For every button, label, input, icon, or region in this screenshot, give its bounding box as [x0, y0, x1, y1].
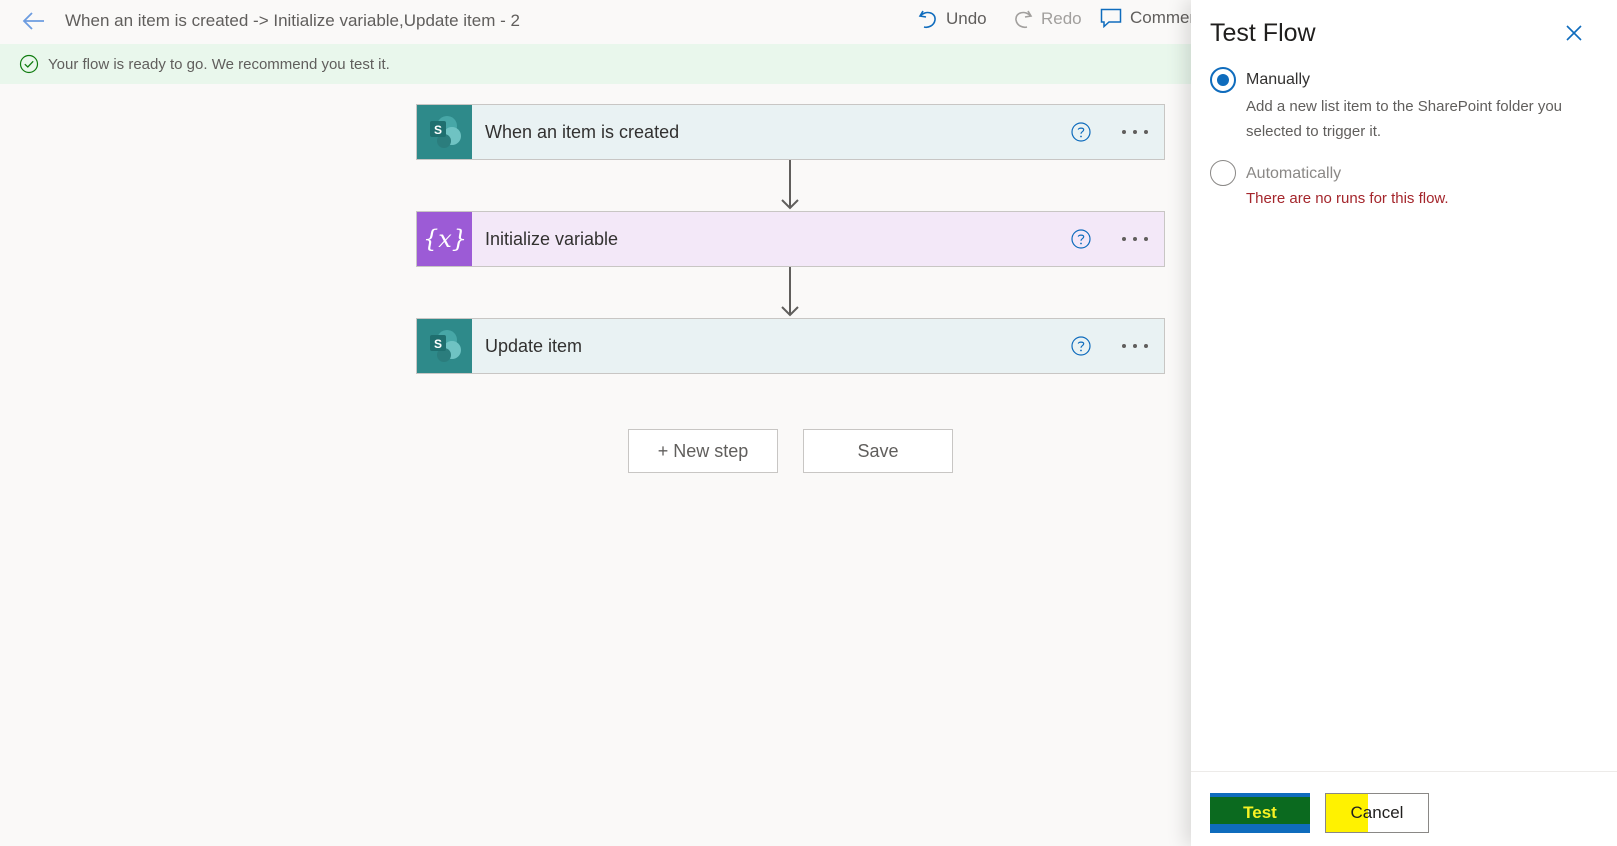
help-icon[interactable]: [1070, 228, 1092, 250]
undo-label: Undo: [946, 9, 987, 28]
redo-icon: [1015, 10, 1033, 29]
step-when-item-created[interactable]: S When an item is created: [416, 104, 1165, 160]
sharepoint-icon: S: [417, 319, 472, 373]
check-circle-icon: [19, 54, 39, 74]
cancel-button[interactable]: Cancel: [1325, 793, 1429, 833]
option-label-automatically: Automatically: [1246, 165, 1342, 182]
option-label-manually: Manually: [1246, 71, 1311, 88]
option-description-manually: Add a new list item to the SharePoint fo…: [1246, 98, 1563, 140]
help-icon[interactable]: [1070, 121, 1092, 143]
redo-button[interactable]: Redo: [1013, 8, 1082, 30]
close-button[interactable]: [1561, 20, 1587, 46]
save-button[interactable]: Save: [803, 429, 953, 473]
radio-automatically[interactable]: [1210, 160, 1236, 186]
arrow-left-icon: [22, 12, 44, 30]
more-options-icon[interactable]: [1118, 228, 1152, 250]
new-step-button[interactable]: + New step: [628, 429, 778, 473]
undo-button[interactable]: Undo: [918, 8, 987, 30]
comment-icon: [1100, 8, 1122, 28]
redo-label: Redo: [1041, 9, 1082, 28]
panel-title: Test Flow: [1210, 19, 1316, 47]
test-button[interactable]: Test: [1210, 793, 1310, 833]
svg-text:S: S: [433, 123, 441, 137]
ready-banner: Your flow is ready to go. We recommend y…: [0, 44, 1197, 84]
svg-text:S: S: [433, 337, 441, 351]
close-icon: [1566, 25, 1582, 41]
test-flow-panel: Test Flow Manually Add a new list item t…: [1191, 0, 1617, 846]
no-runs-message: There are no runs for this flow.: [1246, 190, 1449, 207]
step-title: When an item is created: [485, 121, 680, 142]
step-update-item[interactable]: S Update item: [416, 318, 1165, 374]
step-title: Initialize variable: [485, 228, 619, 249]
more-options-icon[interactable]: [1118, 335, 1152, 357]
panel-divider: [1191, 771, 1617, 772]
connector-arrow-icon: [781, 160, 799, 210]
banner-text: Your flow is ready to go. We recommend y…: [48, 55, 390, 73]
sharepoint-icon: S: [417, 105, 472, 159]
header-bar: When an item is created -> Initialize va…: [0, 0, 1212, 42]
back-button[interactable]: [18, 6, 50, 36]
svg-text:{𝑥}: {𝑥}: [425, 225, 465, 253]
undo-icon: [918, 10, 936, 29]
step-initialize-variable[interactable]: {𝑥} Initialize variable: [416, 211, 1165, 267]
variable-icon: {𝑥}: [417, 212, 472, 266]
step-title: Update item: [485, 335, 583, 356]
connector-arrow-icon: [781, 267, 799, 317]
help-icon[interactable]: [1070, 335, 1092, 357]
radio-manually[interactable]: [1210, 67, 1236, 93]
more-options-icon[interactable]: [1118, 121, 1152, 143]
flow-title: When an item is created -> Initialize va…: [65, 11, 520, 30]
